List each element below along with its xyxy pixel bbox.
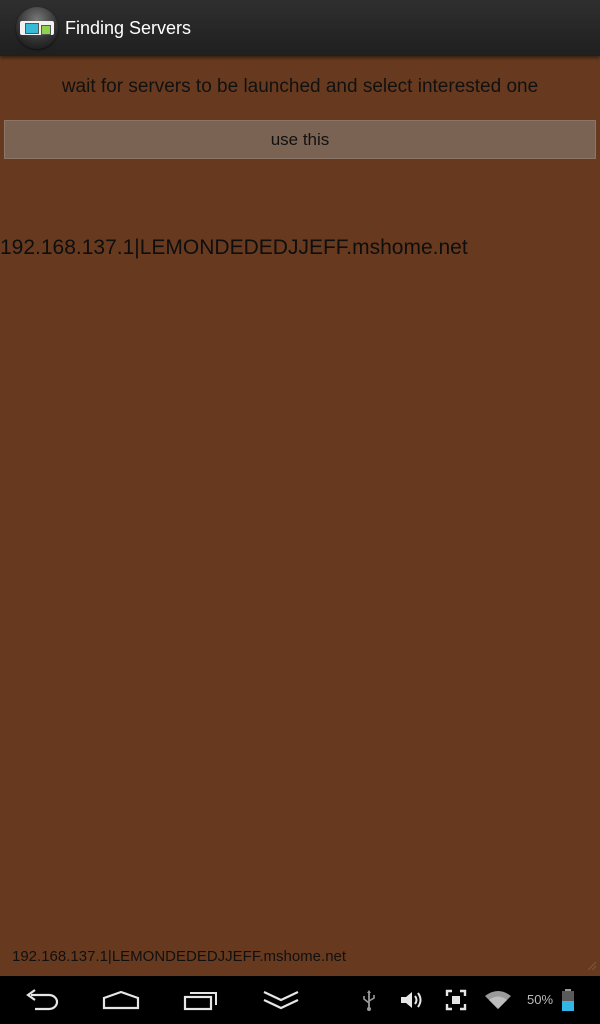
system-nav-bar: 50% [0,976,600,1024]
wifi-icon [485,991,511,1009]
selected-server-text: 192.168.137.1|LEMONDEDEDJJEFF.mshome.net [12,948,347,965]
volume-icon [401,992,422,1008]
hide-keyboard-button[interactable] [258,976,304,1024]
home-icon [102,990,140,1010]
app-icon[interactable] [16,7,58,49]
recent-apps-icon [183,992,217,1011]
volume-button[interactable] [398,976,428,1024]
hide-keyboard-icon [263,991,299,1010]
battery-status [560,976,576,1024]
server-list-item[interactable]: 192.168.137.1|LEMONDEDEDJJEFF.mshome.net [0,234,468,262]
instructions-text: wait for servers to be launched and sele… [61,76,539,97]
recent-apps-button[interactable] [178,976,224,1024]
screenshot-button[interactable] [443,976,469,1024]
back-button[interactable] [16,976,66,1024]
device-icon [41,25,51,35]
battery-percent: 50% [527,992,554,1007]
back-icon [26,989,59,1011]
resize-grip-icon [587,961,596,970]
action-bar: Finding Servers [0,0,600,56]
usb-icon [363,990,375,1011]
screen: Finding Servers wait for servers to be l… [0,0,600,1024]
home-button[interactable] [98,976,144,1024]
wifi-status [482,976,514,1024]
use-this-button[interactable]: use this [4,120,596,159]
usb-status [358,976,380,1024]
battery-icon [562,989,574,1011]
monitor-icon [25,23,39,34]
screenshot-icon [445,989,467,1011]
page-title: Finding Servers [65,18,192,38]
